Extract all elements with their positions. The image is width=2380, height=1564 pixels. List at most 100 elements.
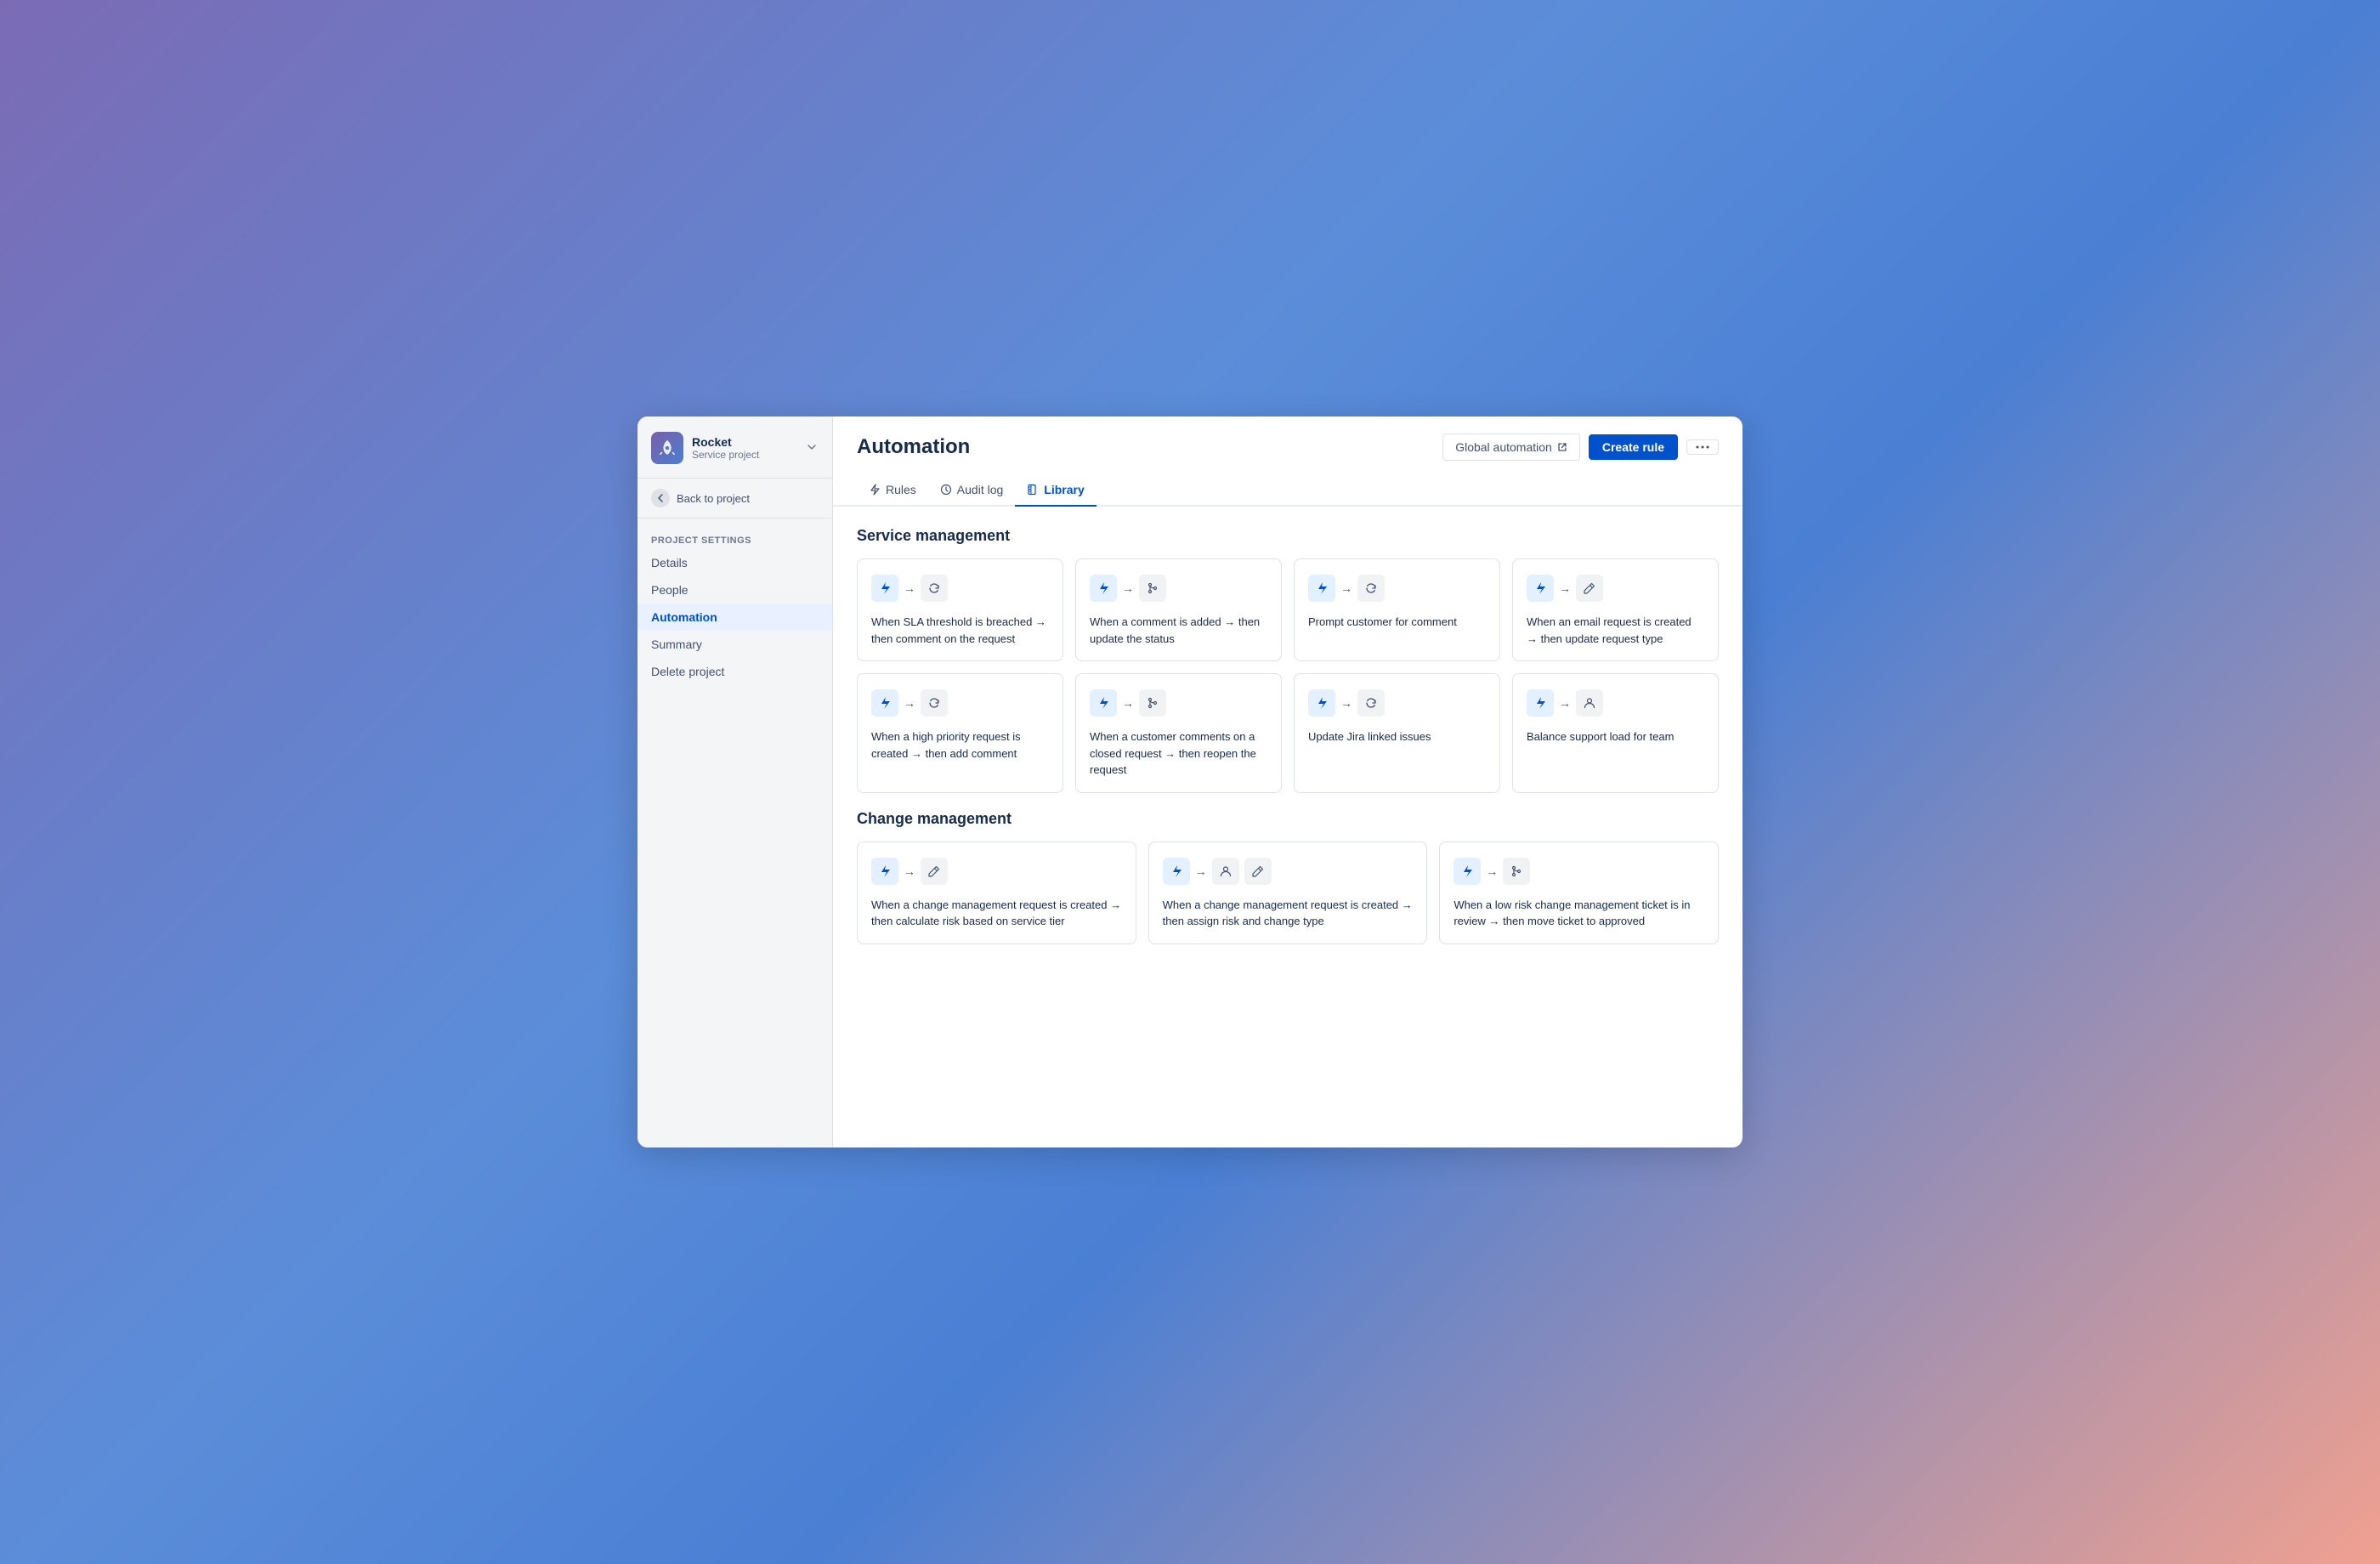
- lightning-icon: [1170, 864, 1183, 878]
- arrow-separator: →: [1559, 696, 1571, 710]
- arrow-separator: →: [904, 864, 915, 878]
- sidebar-item-details[interactable]: Details: [638, 549, 832, 576]
- lightning-icon-box: [1454, 858, 1481, 885]
- change-management-grid: → When a change management request is cr…: [857, 842, 1719, 944]
- card-change-risk[interactable]: → When a change management request is cr…: [857, 842, 1136, 944]
- branch-icon: [1146, 696, 1159, 710]
- book-icon: [1027, 484, 1039, 496]
- pencil-icon: [1583, 581, 1596, 595]
- global-automation-label: Global automation: [1455, 440, 1552, 454]
- sidebar-item-automation[interactable]: Automation: [638, 604, 832, 631]
- branch-icon: [1510, 864, 1523, 878]
- lightning-icon-box: [1090, 689, 1117, 717]
- external-link-icon: [1557, 442, 1567, 452]
- card-desc: When a comment is added → then update th…: [1090, 614, 1267, 647]
- card-balance-support[interactable]: → Balance support load for team: [1512, 673, 1719, 793]
- card-customer-closed[interactable]: → When a customer comments on a closed r…: [1075, 673, 1282, 793]
- back-icon: [651, 489, 670, 507]
- lightning-icon-box: [1308, 575, 1335, 602]
- tab-library-label: Library: [1044, 483, 1084, 496]
- section-service-management: Service management → When SLA thr: [857, 527, 1719, 793]
- sidebar-item-summary[interactable]: Summary: [638, 631, 832, 658]
- sidebar-item-delete-project[interactable]: Delete project: [638, 658, 832, 685]
- branch-icon-box: [1139, 575, 1166, 602]
- card-desc: When a change management request is crea…: [1163, 897, 1414, 930]
- card-sla-threshold[interactable]: → When SLA threshold is breached → then …: [857, 558, 1063, 661]
- app-container: Rocket Service project Back to project P…: [638, 416, 1742, 1148]
- sidebar: Rocket Service project Back to project P…: [638, 416, 833, 1148]
- section-change-management: Change management → When a change: [857, 810, 1719, 944]
- lightning-icon-box: [1308, 689, 1335, 717]
- card-prompt-customer[interactable]: → Prompt customer for comment: [1294, 558, 1500, 661]
- card-icons: →: [1163, 858, 1414, 885]
- global-automation-button[interactable]: Global automation: [1442, 434, 1580, 461]
- card-desc: When a low risk change management ticket…: [1454, 897, 1704, 930]
- tab-audit-log[interactable]: Audit log: [928, 474, 1015, 507]
- refresh-icon-box: [921, 575, 948, 602]
- arrow-separator: →: [1559, 581, 1571, 595]
- lightning-icon-box: [871, 575, 898, 602]
- tab-library[interactable]: Library: [1015, 474, 1096, 507]
- lightning-icon-box: [1090, 575, 1117, 602]
- card-icons: →: [871, 858, 1122, 885]
- card-icons: →: [1527, 575, 1704, 602]
- back-to-project-link[interactable]: Back to project: [638, 479, 832, 518]
- project-icon: [651, 432, 683, 464]
- card-change-assign-risk[interactable]: → When a change management request is cr…: [1148, 842, 1428, 944]
- arrow-separator: →: [1122, 696, 1134, 710]
- create-rule-button[interactable]: Create rule: [1589, 434, 1678, 460]
- top-bar: Automation Global automation Create rule: [833, 416, 1742, 461]
- card-desc: When a change management request is crea…: [871, 897, 1122, 930]
- sidebar-item-people[interactable]: People: [638, 576, 832, 604]
- card-desc: When an email request is created → then …: [1527, 614, 1704, 647]
- pencil-icon: [1251, 864, 1265, 878]
- more-options-button[interactable]: [1686, 439, 1719, 455]
- card-high-priority[interactable]: → When a high priority request is create…: [857, 673, 1063, 793]
- person-icon-box: [1212, 858, 1239, 885]
- lightning-icon: [1533, 581, 1547, 595]
- refresh-icon-box: [921, 689, 948, 717]
- refresh-icon-box: [1357, 575, 1385, 602]
- lightning-icon: [878, 864, 892, 878]
- arrow-separator: →: [1486, 864, 1498, 878]
- nav-section-label: Project settings: [638, 529, 832, 549]
- card-desc: When a high priority request is created …: [871, 728, 1049, 762]
- arrow-separator: →: [1122, 581, 1134, 595]
- project-dropdown-button[interactable]: [805, 440, 819, 456]
- tab-rules-label: Rules: [886, 483, 916, 496]
- tabs-bar: Rules Audit log Library: [833, 464, 1742, 507]
- lightning-icon: [1096, 581, 1110, 595]
- arrow-separator: →: [904, 581, 915, 595]
- pencil-icon-box: [1576, 575, 1603, 602]
- card-desc: When a customer comments on a closed req…: [1090, 728, 1267, 779]
- pencil-icon: [927, 864, 941, 878]
- card-icons: →: [1308, 689, 1486, 717]
- page-title: Automation: [857, 435, 970, 459]
- person-icon: [1583, 696, 1596, 710]
- person-icon-box: [1576, 689, 1603, 717]
- card-icons: →: [1090, 575, 1267, 602]
- bolt-icon: [869, 484, 881, 496]
- back-label: Back to project: [677, 492, 750, 505]
- tab-rules[interactable]: Rules: [857, 474, 928, 507]
- card-icons: →: [871, 575, 1049, 602]
- card-update-jira[interactable]: → Update Jira linked issues: [1294, 673, 1500, 793]
- card-desc: Prompt customer for comment: [1308, 614, 1486, 631]
- clock-icon: [940, 484, 952, 496]
- lightning-icon-box: [871, 858, 898, 885]
- card-email-request[interactable]: → When an email request is created → the…: [1512, 558, 1719, 661]
- branch-icon: [1146, 581, 1159, 595]
- card-icons: →: [1454, 858, 1704, 885]
- arrow-separator: →: [904, 696, 915, 710]
- refresh-icon-box: [1357, 689, 1385, 717]
- branch-icon-box: [1503, 858, 1530, 885]
- card-low-risk-change[interactable]: → When a low risk change management tick…: [1439, 842, 1719, 944]
- lightning-icon: [1315, 696, 1329, 710]
- more-icon: [1696, 445, 1709, 449]
- lightning-icon: [878, 581, 892, 595]
- main-content: Automation Global automation Create rule…: [833, 416, 1742, 1148]
- card-comment-added[interactable]: → When a comment is added → then update …: [1075, 558, 1282, 661]
- lightning-icon-box: [1163, 858, 1190, 885]
- sidebar-nav: Project settings Details People Automati…: [638, 518, 832, 695]
- project-info: Rocket Service project: [692, 435, 796, 462]
